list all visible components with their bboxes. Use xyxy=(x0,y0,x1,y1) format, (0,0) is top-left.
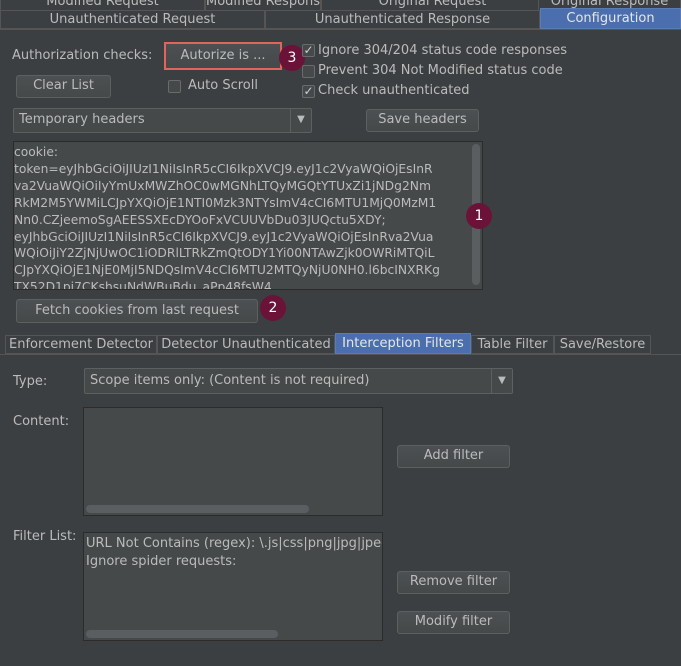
save-headers-button[interactable]: Save headers xyxy=(366,109,479,132)
ignore-304-label: Ignore 304/204 status code responses xyxy=(318,43,567,58)
tab-enforcement-detector[interactable]: Enforcement Detector xyxy=(5,335,157,354)
check-unauthenticated-label: Check unauthenticated xyxy=(318,83,470,98)
filter-list-item[interactable]: Ignore spider requests: xyxy=(86,553,236,571)
tab-detector-unauthenticated[interactable]: Detector Unauthenticated xyxy=(157,335,335,354)
tab-label: Enforcement Detector xyxy=(9,337,153,352)
marker-2: 2 xyxy=(260,295,286,321)
filter-type-select[interactable]: Scope items only: (Content is not requir… xyxy=(84,368,513,394)
content-label: Content: xyxy=(13,414,70,429)
checkmark-icon: ✓ xyxy=(303,84,314,98)
tab-label: Unauthenticated Request xyxy=(49,12,216,27)
remove-filter-label: Remove filter xyxy=(409,574,498,589)
tab-table-filter[interactable]: Table Filter xyxy=(471,335,554,354)
tab-label: Modified Request xyxy=(46,0,159,9)
clear-list-label: Clear List xyxy=(33,78,94,93)
content-textarea[interactable] xyxy=(83,407,383,516)
filter-type-value: Scope items only: (Content is not requir… xyxy=(90,373,370,388)
dropdown-arrow-icon: ▼ xyxy=(290,109,311,132)
tab-label: Modified Response xyxy=(206,0,321,9)
headers-textarea[interactable]: cookie: token=eyJhbGciOiJIUzI1NiIsInR5cC… xyxy=(13,141,483,290)
tab-save-restore[interactable]: Save/Restore xyxy=(554,335,651,354)
add-filter-button[interactable]: Add filter xyxy=(397,445,510,468)
tab-label: Unauthenticated Response xyxy=(314,12,491,27)
ignore-304-checkbox[interactable]: ✓ xyxy=(302,44,315,57)
save-headers-label: Save headers xyxy=(378,112,467,127)
add-filter-label: Add filter xyxy=(423,448,484,463)
content-horizontal-scrollbar[interactable] xyxy=(86,505,309,513)
modify-filter-button[interactable]: Modify filter xyxy=(397,611,510,634)
tab-label: Configuration xyxy=(566,11,655,26)
prevent-304-label: Prevent 304 Not Modified status code xyxy=(318,63,563,78)
modify-filter-label: Modify filter xyxy=(414,614,493,629)
check-unauthenticated-checkbox[interactable]: ✓ xyxy=(302,85,315,98)
checkmark-icon: ✓ xyxy=(303,43,314,57)
headers-text: cookie: token=eyJhbGciOiJIUzI1NiIsInR5cC… xyxy=(14,145,440,290)
autorize-toggle-button[interactable]: Autorize is ... xyxy=(164,42,282,70)
headers-type-value: Temporary headers xyxy=(19,112,145,127)
fetch-cookies-button[interactable]: Fetch cookies from last request xyxy=(16,299,258,323)
tab-unauthenticated-response[interactable]: Unauthenticated Response xyxy=(265,10,540,29)
tab-label: Table Filter xyxy=(477,337,548,352)
auth-checks-label: Authorization checks: xyxy=(12,48,153,63)
filter-type-label: Type: xyxy=(13,374,48,389)
tab-label: Interception Filters xyxy=(342,336,464,351)
dropdown-arrow-icon: ▼ xyxy=(491,369,512,393)
filter-list-label: Filter List: xyxy=(13,529,77,544)
tab-label: Original Request xyxy=(378,0,487,9)
tab-separator xyxy=(0,29,681,30)
auto-scroll-checkbox[interactable] xyxy=(168,80,181,93)
tab-label: Save/Restore xyxy=(559,337,646,352)
remove-filter-button[interactable]: Remove filter xyxy=(397,571,510,594)
tab-label: Detector Unauthenticated xyxy=(161,337,331,352)
filter-list[interactable]: URL Not Contains (regex): \.js|css|png|j… xyxy=(83,532,383,641)
filter-list-item[interactable]: URL Not Contains (regex): \.js|css|png|j… xyxy=(86,535,382,553)
clear-list-button[interactable]: Clear List xyxy=(16,75,111,98)
prevent-304-checkbox[interactable] xyxy=(302,65,315,78)
marker-1: 1 xyxy=(466,203,492,229)
filter-list-horizontal-scrollbar[interactable] xyxy=(86,630,278,638)
tab-configuration[interactable]: Configuration xyxy=(540,8,681,29)
autorize-toggle-label: Autorize is ... xyxy=(180,48,266,63)
headers-type-select[interactable]: Temporary headers ▼ xyxy=(13,108,312,133)
lower-tab-separator xyxy=(0,354,681,355)
tab-interception-filters[interactable]: Interception Filters xyxy=(335,333,471,354)
auto-scroll-label: Auto Scroll xyxy=(188,78,258,93)
tab-unauthenticated-request[interactable]: Unauthenticated Request xyxy=(0,10,265,29)
fetch-cookies-label: Fetch cookies from last request xyxy=(35,303,239,318)
